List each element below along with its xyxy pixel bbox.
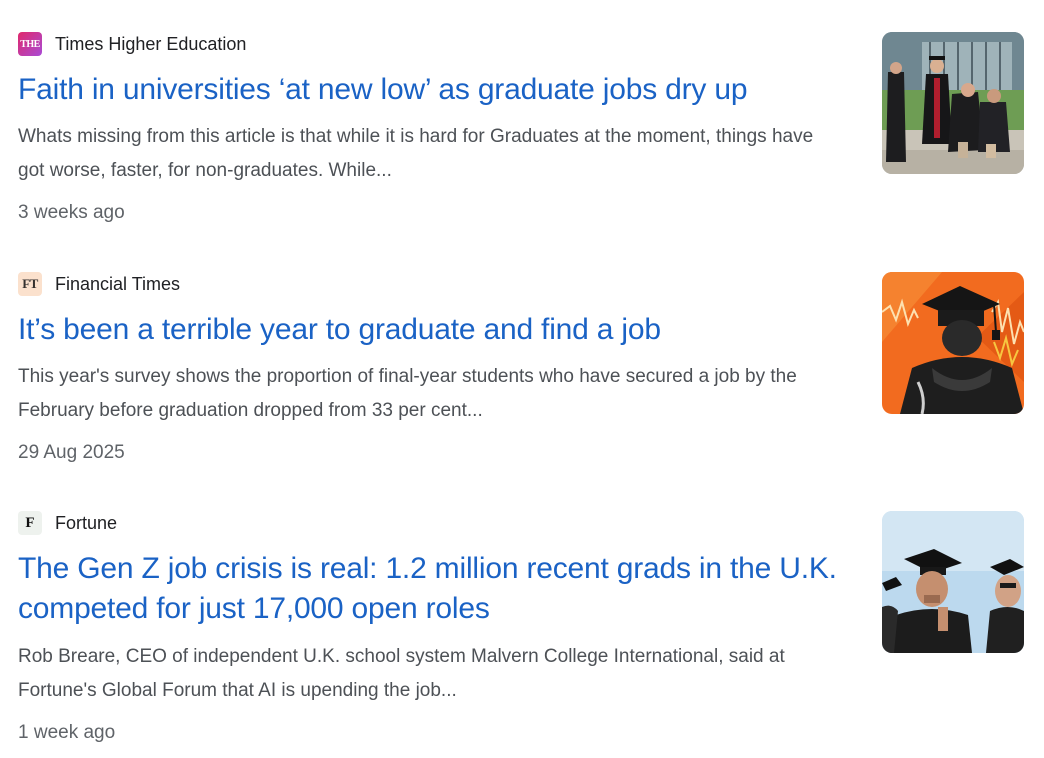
article-snippet: This year's survey shows the proportion …	[18, 366, 797, 421]
article-date: 3 weeks ago	[18, 202, 125, 223]
news-result[interactable]: F Fortune The Gen Z job crisis is real: …	[18, 510, 1026, 750]
source-name[interactable]: Financial Times	[55, 274, 180, 295]
article-thumbnail[interactable]	[882, 272, 1024, 414]
article-title-link[interactable]: Faith in universities ‘at new low’ as gr…	[18, 70, 858, 110]
article-snippet: Whats missing from this article is that …	[18, 126, 814, 181]
article-title-link[interactable]: The Gen Z job crisis is real: 1.2 millio…	[18, 549, 858, 629]
source-row: FT Financial Times	[18, 271, 180, 297]
source-name[interactable]: Fortune	[55, 513, 117, 534]
article-thumbnail[interactable]	[882, 32, 1024, 174]
financial-times-favicon-icon: FT	[18, 272, 42, 296]
article-title-link[interactable]: It’s been a terrible year to graduate an…	[18, 310, 858, 350]
graduates-photo-thumbnail	[882, 32, 1024, 174]
graduates-crowd-photo-thumbnail	[882, 511, 1024, 653]
article-snippet: Rob Breare, CEO of independent U.K. scho…	[18, 646, 785, 701]
source-name[interactable]: Times Higher Education	[55, 34, 246, 55]
times-higher-education-favicon-icon: THE	[18, 32, 42, 56]
article-thumbnail[interactable]	[882, 511, 1024, 653]
source-row: F Fortune	[18, 510, 117, 536]
news-result[interactable]: THE Times Higher Education Faith in univ…	[18, 31, 1026, 231]
source-row: THE Times Higher Education	[18, 31, 246, 57]
article-date: 1 week ago	[18, 722, 116, 743]
graduate-cap-illustration-thumbnail	[882, 272, 1024, 414]
article-date: 29 Aug 2025	[18, 442, 125, 463]
news-result[interactable]: FT Financial Times It’s been a terrible …	[18, 271, 1026, 471]
fortune-favicon-icon: F	[18, 511, 42, 535]
